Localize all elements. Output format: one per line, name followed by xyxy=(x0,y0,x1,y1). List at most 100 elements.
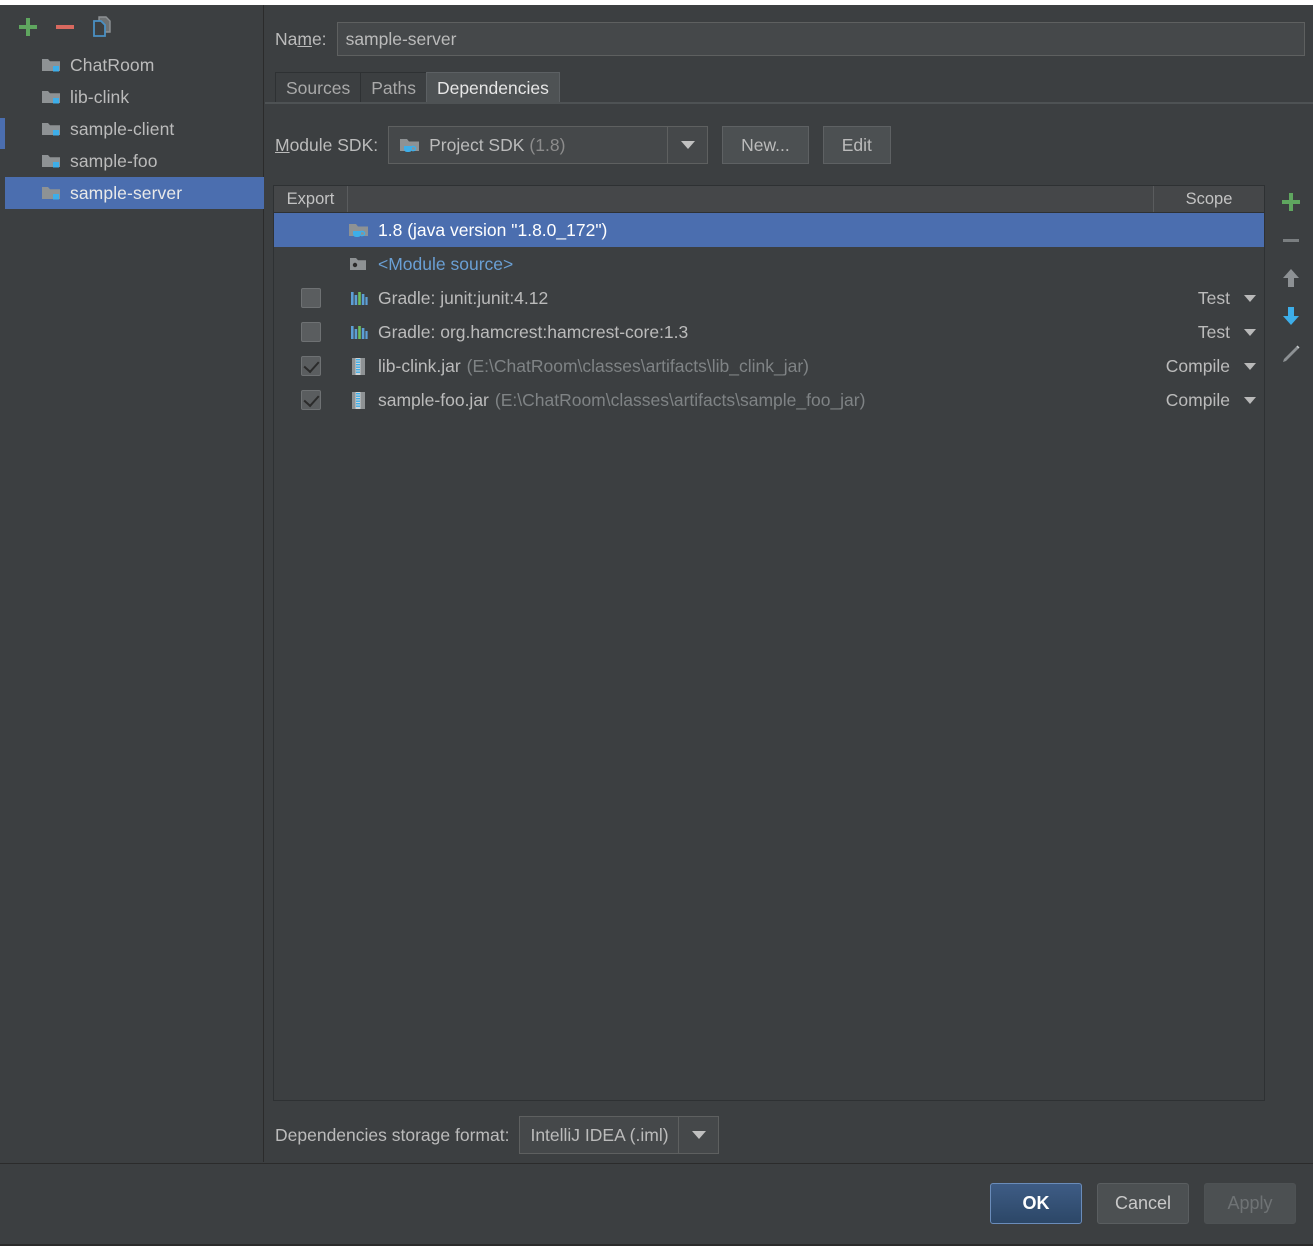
scope-value: Test xyxy=(1197,321,1230,342)
tab-sources[interactable]: Sources xyxy=(275,72,362,103)
copy-module-button[interactable] xyxy=(89,15,115,39)
table-row[interactable]: Gradle: org.hamcrest:hamcrest-core:1.3 Te… xyxy=(274,315,1264,349)
folder-icon xyxy=(41,185,61,202)
scope-value: Compile xyxy=(1165,389,1230,410)
scope-value: Test xyxy=(1197,287,1230,308)
module-tabs[interactable]: Sources Paths Dependencies xyxy=(275,71,560,103)
dependency-name: Gradle: org.hamcrest:hamcrest-core:1.3 xyxy=(378,321,689,342)
apply-button[interactable]: Apply xyxy=(1204,1183,1296,1224)
storage-format-value: IntelliJ IDEA (.iml) xyxy=(530,1124,669,1145)
add-module-button[interactable] xyxy=(15,15,41,39)
new-sdk-button[interactable]: New... xyxy=(722,126,809,164)
export-checkbox[interactable] xyxy=(301,322,321,342)
sidebar-item-sample-foo[interactable]: sample-foo xyxy=(5,145,264,177)
sidebar-item-label: ChatRoom xyxy=(70,54,155,75)
module-sdk-select[interactable]: Project SDK (1.8) xyxy=(388,126,709,164)
jdk-folder-icon xyxy=(348,221,369,240)
scope-value: Compile xyxy=(1165,355,1230,376)
module-source-icon xyxy=(348,255,369,274)
add-dependency-button[interactable] xyxy=(1270,185,1312,223)
scope-cell[interactable]: Test xyxy=(1144,288,1264,309)
jar-icon xyxy=(348,391,369,410)
edit-sdk-button[interactable]: Edit xyxy=(822,126,891,164)
chevron-down-icon[interactable] xyxy=(678,1117,718,1153)
move-down-button[interactable] xyxy=(1270,299,1312,337)
jdk-folder-icon xyxy=(399,136,420,155)
dependency-name-cell: Gradle: junit:junit:4.12 xyxy=(348,288,1144,309)
folder-icon xyxy=(41,121,61,138)
module-detail-panel: Name: SourcesPathsDependencies Module SD… xyxy=(265,5,1313,1162)
sidebar-item-lib-clink[interactable]: lib-clink xyxy=(5,81,264,113)
ok-button[interactable]: OK xyxy=(990,1183,1082,1224)
scope-cell[interactable]: Compile xyxy=(1144,390,1264,411)
sidebar-item-chatroom[interactable]: ChatRoom xyxy=(5,49,264,81)
chevron-down-icon[interactable] xyxy=(1244,294,1256,302)
remove-dependency-button xyxy=(1270,223,1312,261)
dependency-path: (E:\ChatRoom\classes\artifacts\lib_clink… xyxy=(466,355,809,376)
dependency-name-cell: <Module source> xyxy=(348,254,1144,275)
export-cell xyxy=(274,390,348,410)
sidebar-item-sample-client[interactable]: sample-client xyxy=(5,113,264,145)
table-row[interactable]: 1.8 (java version "1.8.0_172") xyxy=(274,213,1264,247)
dependency-name: <Module source> xyxy=(378,253,514,274)
gradle-library-icon xyxy=(348,323,369,342)
chevron-down-icon[interactable] xyxy=(1244,362,1256,370)
tab-dependencies[interactable]: Dependencies xyxy=(425,72,560,103)
chevron-down-icon[interactable] xyxy=(1244,328,1256,336)
dependencies-toolbar xyxy=(1270,185,1312,1101)
remove-module-button[interactable] xyxy=(52,15,78,39)
dependencies-table-body[interactable]: 1.8 (java version "1.8.0_172") <Module so… xyxy=(274,213,1264,417)
modules-toolbar xyxy=(5,5,264,45)
folder-icon xyxy=(41,57,61,74)
chevron-down-icon[interactable] xyxy=(667,127,707,163)
tab-paths[interactable]: Paths xyxy=(360,72,427,103)
sidebar-item-label: sample-client xyxy=(70,118,175,139)
table-row[interactable]: <Module source> xyxy=(274,247,1264,281)
folder-icon xyxy=(41,89,61,106)
export-cell xyxy=(274,356,348,376)
tab-underline xyxy=(265,102,1313,104)
arrow-up-icon xyxy=(1279,266,1303,295)
module-name-input[interactable] xyxy=(336,22,1305,56)
scope-cell[interactable]: Test xyxy=(1144,322,1264,343)
edit-dependency-button[interactable] xyxy=(1270,337,1312,375)
sidebar-item-sample-server[interactable]: sample-server xyxy=(5,177,264,209)
module-sdk-value: Project SDK xyxy=(429,134,525,155)
dependencies-table-header: Export Scope xyxy=(274,186,1264,213)
dialog-footer: OK Cancel Apply xyxy=(0,1163,1313,1246)
dependency-name-cell: Gradle: org.hamcrest:hamcrest-core:1.3 xyxy=(348,322,1144,343)
dependency-name: 1.8 (java version "1.8.0_172") xyxy=(378,219,608,240)
dependency-name-cell: lib-clink.jar (E:\ChatRoom\classes\artifa… xyxy=(348,356,1144,377)
chevron-down-icon[interactable] xyxy=(1244,396,1256,404)
dependency-path: (E:\ChatRoom\classes\artifacts\sample_fo… xyxy=(494,389,866,410)
table-row[interactable]: sample-foo.jar (E:\ChatRoom\classes\artif… xyxy=(274,383,1264,417)
storage-format-row: Dependencies storage format: IntelliJ ID… xyxy=(275,1115,720,1155)
folder-icon xyxy=(41,153,61,170)
project-structure-dialog: ChatRoom lib-clink sample-client sample-foo… xyxy=(0,0,1313,1246)
table-row[interactable]: Gradle: junit:junit:4.12 Test xyxy=(274,281,1264,315)
plus-icon xyxy=(1279,190,1303,219)
module-name-label: Name: xyxy=(275,28,327,49)
export-cell xyxy=(274,288,348,308)
modules-list[interactable]: ChatRoom lib-clink sample-client sample-foo… xyxy=(5,49,264,209)
export-checkbox[interactable] xyxy=(301,356,321,376)
column-header-name[interactable] xyxy=(348,186,1154,212)
dependency-name: lib-clink.jar xyxy=(378,355,461,376)
storage-format-select[interactable]: IntelliJ IDEA (.iml) xyxy=(519,1116,720,1154)
module-sdk-row: Module SDK: Project SDK (1.8) New... Edi… xyxy=(275,122,891,168)
modules-sidebar: ChatRoom lib-clink sample-client sample-foo… xyxy=(5,5,264,1162)
sidebar-item-label: lib-clink xyxy=(70,86,130,107)
arrow-down-icon xyxy=(1279,304,1303,333)
move-up-button xyxy=(1270,261,1312,299)
column-header-scope[interactable]: Scope xyxy=(1154,186,1264,212)
dependencies-table: Export Scope 1.8 (java version "1.8.0_17… xyxy=(273,185,1265,1101)
export-checkbox[interactable] xyxy=(301,288,321,308)
table-row[interactable]: lib-clink.jar (E:\ChatRoom\classes\artifa… xyxy=(274,349,1264,383)
storage-format-label: Dependencies storage format: xyxy=(275,1124,510,1145)
column-header-export[interactable]: Export xyxy=(274,186,348,212)
sidebar-item-label: sample-server xyxy=(70,182,183,203)
scope-cell[interactable]: Compile xyxy=(1144,356,1264,377)
cancel-button[interactable]: Cancel xyxy=(1097,1183,1189,1224)
export-checkbox[interactable] xyxy=(301,390,321,410)
export-cell xyxy=(274,322,348,342)
